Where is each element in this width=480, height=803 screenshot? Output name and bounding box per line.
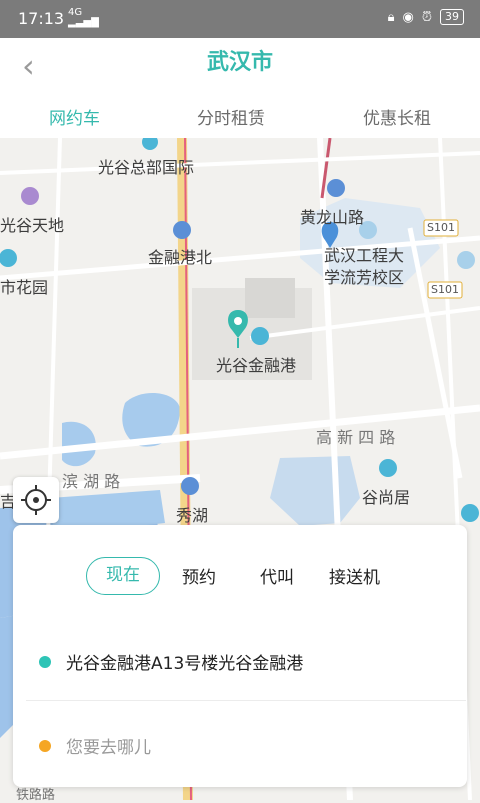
map-label-xiuhu: 秀湖 <box>176 506 209 525</box>
map-label-guanggu-tiandi: 光谷天地 <box>0 216 65 235</box>
map-label-s101-top: S101 <box>427 221 455 234</box>
tab-long-term-rental[interactable]: 优惠长租 <box>363 104 431 129</box>
destination-dot-icon <box>39 740 51 752</box>
map-label-binhu: 滨 湖 路 <box>62 472 121 491</box>
signal-icon: 4G ▂▃▅▇ <box>68 7 99 28</box>
alarm-icon: ⏰︎ <box>421 9 432 25</box>
mode-now-button[interactable]: 现在 <box>86 557 160 595</box>
mode-airport-button[interactable]: 接送机 <box>329 563 380 588</box>
divider <box>26 700 466 701</box>
lock-icon: 🔒︎ <box>387 9 395 25</box>
tab-hourly-rental[interactable]: 分时租赁 <box>197 104 265 129</box>
map-label-guanggu-hq: 光谷总部国际 <box>98 158 195 177</box>
locate-button[interactable] <box>13 477 59 523</box>
location-icon: ◉ <box>402 9 414 25</box>
map-label-gushangju: 谷尚居 <box>362 488 411 507</box>
page-title: 武汉市 <box>206 50 273 75</box>
status-icons: 🔒︎ ◉ ⏰︎ 39 <box>388 9 464 25</box>
map-label-gaoxin-4: 高 新 四 路 <box>316 428 396 447</box>
service-tabs: 网约车 分时租赁 优惠长租 <box>0 100 480 136</box>
status-time: 17:13 <box>18 9 65 28</box>
map-label-wuhan-gcdx-1: 武汉工程大 <box>324 246 405 265</box>
app-header: ‹ 武汉市 网约车 分时租赁 优惠长租 <box>0 38 480 138</box>
booking-panel: 现在 预约 代叫 接送机 光谷金融港A13号楼光谷金融港 您要去哪儿 <box>13 525 467 787</box>
pickup-address: 光谷金融港A13号楼光谷金融港 <box>66 654 304 674</box>
map-label-jinronggang-bei: 金融港北 <box>148 248 213 267</box>
network-type: 4G <box>68 7 83 18</box>
map-label-huanglongshan: 黄龙山路 <box>300 208 365 227</box>
map-label-s101-right: S101 <box>431 283 459 296</box>
battery-indicator: 39 <box>440 9 464 25</box>
status-bar: 17:13 4G ▂▃▅▇ 🔒︎ ◉ ⏰︎ 39 <box>0 0 480 38</box>
crosshair-icon <box>21 485 51 515</box>
map-label-city-garden: 城市花园 <box>0 278 49 297</box>
mode-call-for-others-button[interactable]: 代叫 <box>260 563 294 588</box>
destination-input[interactable]: 您要去哪儿 <box>66 733 151 758</box>
map-label-guanggu-jinronggang: 光谷金融港 <box>216 356 297 375</box>
pickup-row[interactable]: 光谷金融港A13号楼光谷金融港 <box>13 622 467 702</box>
map-label-wuhan-gcdx-2: 学流芳校区 <box>324 268 405 287</box>
tab-ride-hailing[interactable]: 网约车 <box>49 104 100 129</box>
mode-reserve-button[interactable]: 预约 <box>182 563 216 588</box>
pickup-dot-icon <box>39 656 51 668</box>
destination-row[interactable]: 您要去哪儿 <box>13 706 467 786</box>
